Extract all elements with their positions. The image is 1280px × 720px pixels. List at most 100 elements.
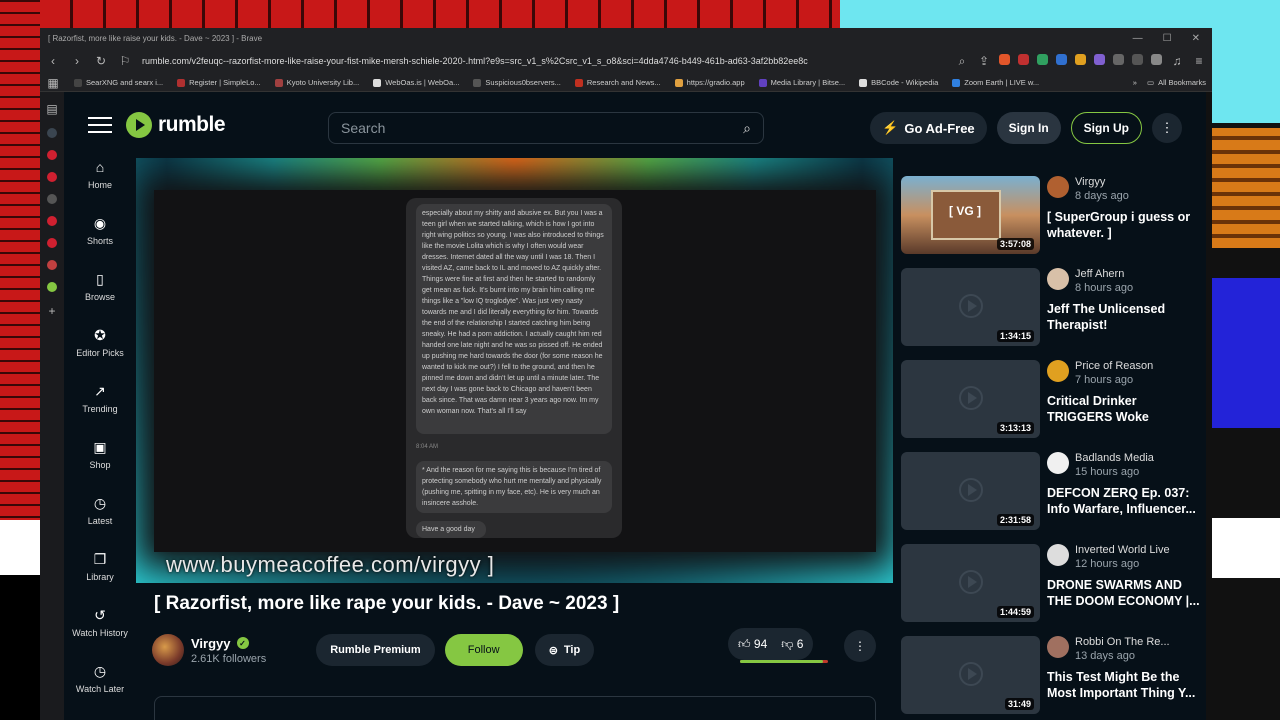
sidebar-item-home[interactable]: ⌂ Home xyxy=(64,158,136,206)
video-thumbnail[interactable]: 31:49 xyxy=(901,636,1040,714)
related-video-item[interactable]: 1:44:59 Inverted World Live 12 hours ago D… xyxy=(901,544,1206,624)
related-video-item[interactable]: [ VG ] 3:57:08 Virgyy 8 days ago [ SuperGro… xyxy=(901,176,1206,256)
channel-avatar[interactable] xyxy=(1047,636,1069,658)
video-player[interactable]: especially about my shitty and abusive e… xyxy=(136,158,893,583)
bookmark-item[interactable]: https://gradio.app xyxy=(674,78,745,87)
rumble-premium-button[interactable]: Rumble Premium xyxy=(316,634,435,666)
forward-icon[interactable]: › xyxy=(70,54,84,68)
sidebar-item-latest[interactable]: ◷ Latest xyxy=(64,494,136,542)
sidebar-add-icon[interactable]: + xyxy=(45,304,59,318)
reload-icon[interactable]: ↻ xyxy=(94,54,108,68)
sidebar-item-watch-history[interactable]: ↺ Watch History xyxy=(64,606,136,654)
close-button[interactable]: ✕ xyxy=(1192,33,1200,44)
sidebar-item-editor-picks[interactable]: ✪ Editor Picks xyxy=(64,326,136,374)
sidebar-youtube-icon[interactable] xyxy=(47,238,57,248)
bookmark-item[interactable]: SearXNG and searx i... xyxy=(74,78,163,87)
extensions-puzzle-icon[interactable] xyxy=(1113,53,1124,65)
channel-name[interactable]: Badlands Media xyxy=(1075,452,1154,464)
sidebar-item-trending[interactable]: ↗ Trending xyxy=(64,382,136,430)
tip-button[interactable]: ⊜ Tip xyxy=(534,634,595,666)
all-bookmarks-button[interactable]: » ▭ All Bookmarks xyxy=(1133,78,1206,87)
sidebar-item-watch-later[interactable]: ◷ Watch Later xyxy=(64,662,136,710)
hamburger-menu-icon[interactable] xyxy=(88,117,112,133)
channel-avatar[interactable] xyxy=(1047,544,1069,566)
share-icon[interactable]: ⇪ xyxy=(977,54,991,69)
extension-gray-icon[interactable] xyxy=(1132,53,1143,65)
bookmark-item[interactable]: WebOas.is | WebOa... xyxy=(373,78,459,87)
url-field[interactable]: rumble.com/v2feuqc--razorfist-more-like-… xyxy=(142,56,945,66)
channel-avatar[interactable] xyxy=(1047,360,1069,382)
go-ad-free-button[interactable]: ⚡ Go Ad-Free xyxy=(870,112,987,144)
sign-up-button[interactable]: Sign Up xyxy=(1070,112,1142,144)
menu-icon[interactable]: ≡ xyxy=(1192,54,1206,69)
bookmark-item[interactable]: Register | SimpleLo... xyxy=(177,78,261,87)
related-video-item[interactable]: 2:31:58 Badlands Media 15 hours ago DEFCON… xyxy=(901,452,1206,532)
wallet-icon[interactable] xyxy=(1151,53,1162,65)
channel-avatar[interactable] xyxy=(1047,268,1069,290)
channel-name[interactable]: Virgyy xyxy=(191,636,231,651)
brave-shield-icon[interactable] xyxy=(999,53,1010,65)
sidebar-site-icon[interactable] xyxy=(47,260,57,270)
sidebar-youtube-icon[interactable] xyxy=(47,150,57,160)
bookmark-item[interactable]: BBCode - Wikipedia xyxy=(859,78,938,87)
sidebar-item-browse[interactable]: ▯ Browse xyxy=(64,270,136,318)
rumble-logo[interactable]: rumble xyxy=(126,112,226,138)
bookmark-item[interactable]: Research and News... xyxy=(574,78,661,87)
bookmark-item[interactable]: Suspicious0bservers... xyxy=(473,78,561,87)
extension-green-icon[interactable] xyxy=(1037,53,1048,65)
apps-grid-icon[interactable]: ▦ xyxy=(46,76,60,90)
video-thumbnail[interactable]: 1:44:59 xyxy=(901,544,1040,622)
related-video-title[interactable]: DRONE SWARMS AND THE DOOM ECONOMY |... xyxy=(1047,577,1203,609)
channel-name[interactable]: Robbi On The Re... xyxy=(1075,636,1170,648)
video-thumbnail[interactable]: 1:34:15 xyxy=(901,268,1040,346)
search-input[interactable] xyxy=(341,120,744,136)
sidebar-site-icon[interactable] xyxy=(47,194,57,204)
related-video-item[interactable]: 3:13:13 Price of Reason 7 hours ago Critic… xyxy=(901,360,1206,440)
channel-name[interactable]: Inverted World Live xyxy=(1075,544,1170,556)
video-thumbnail[interactable]: [ VG ] 3:57:08 xyxy=(901,176,1040,254)
channel-name[interactable]: Jeff Ahern xyxy=(1075,268,1133,280)
sidebar-youtube-icon[interactable] xyxy=(47,216,57,226)
video-more-options-icon[interactable]: ⋮ xyxy=(844,630,876,662)
sidebar-item-shorts[interactable]: ◉ Shorts xyxy=(64,214,136,262)
extension-red-icon[interactable] xyxy=(1018,53,1029,65)
sidebar-rumble-icon[interactable] xyxy=(47,282,57,292)
channel-name[interactable]: Virgyy xyxy=(1075,176,1129,188)
channel-avatar[interactable] xyxy=(1047,452,1069,474)
related-video-title[interactable]: DEFCON ZERQ Ep. 037: Info Warfare, Influ… xyxy=(1047,485,1203,517)
related-video-title[interactable]: [ SuperGroup i guess or whatever. ] xyxy=(1047,209,1203,241)
bookmark-item[interactable]: Kyoto University Lib... xyxy=(274,78,359,87)
sidebar-item-shop[interactable]: ▣ Shop xyxy=(64,438,136,486)
video-thumbnail[interactable]: 2:31:58 xyxy=(901,452,1040,530)
related-video-title[interactable]: Critical Drinker TRIGGERS Woke Hollywood… xyxy=(1047,393,1203,425)
description-box[interactable] xyxy=(154,696,876,720)
more-options-icon[interactable]: ⋮ xyxy=(1152,113,1182,143)
related-video-item[interactable]: 31:49 Robbi On The Re... 13 days ago This … xyxy=(901,636,1206,716)
channel-avatar[interactable] xyxy=(1047,176,1069,198)
extension-purple-icon[interactable] xyxy=(1094,53,1105,65)
extension-yellow-icon[interactable] xyxy=(1075,53,1086,65)
minimize-button[interactable]: — xyxy=(1133,33,1143,44)
dislike-button[interactable]: 👎︎ 6 xyxy=(781,637,803,652)
related-video-title[interactable]: This Test Might Be the Most Important Th… xyxy=(1047,669,1203,701)
sidebar-toggle-icon[interactable]: ▤ xyxy=(45,102,59,116)
bookmark-icon[interactable]: ⚐ xyxy=(118,54,132,68)
sidebar-youtube-icon[interactable] xyxy=(47,172,57,182)
bookmark-item[interactable]: Media Library | Bitse... xyxy=(758,78,845,87)
sidebar-item-library[interactable]: ❐ Library xyxy=(64,550,136,598)
channel-name[interactable]: Price of Reason xyxy=(1075,360,1153,372)
music-icon[interactable]: ♫ xyxy=(1170,54,1184,69)
sidebar-panel-icon[interactable] xyxy=(47,128,57,138)
extension-blue-icon[interactable] xyxy=(1056,53,1067,65)
search-icon[interactable]: ⌕ xyxy=(743,120,751,137)
related-video-item[interactable]: 1:34:15 Jeff Ahern 8 hours ago Jeff The Un… xyxy=(901,268,1206,348)
sign-in-button[interactable]: Sign In xyxy=(996,112,1061,144)
channel-avatar[interactable] xyxy=(152,634,184,666)
back-icon[interactable]: ‹ xyxy=(46,54,60,68)
maximize-button[interactable]: ☐ xyxy=(1163,33,1172,44)
zoom-icon[interactable]: ⌕ xyxy=(955,54,969,69)
follow-button[interactable]: Follow xyxy=(444,634,523,666)
like-button[interactable]: 👍︎ 94 xyxy=(738,637,767,652)
video-thumbnail[interactable]: 3:13:13 xyxy=(901,360,1040,438)
bookmark-item[interactable]: Zoom Earth | LIVE w... xyxy=(952,78,1039,87)
